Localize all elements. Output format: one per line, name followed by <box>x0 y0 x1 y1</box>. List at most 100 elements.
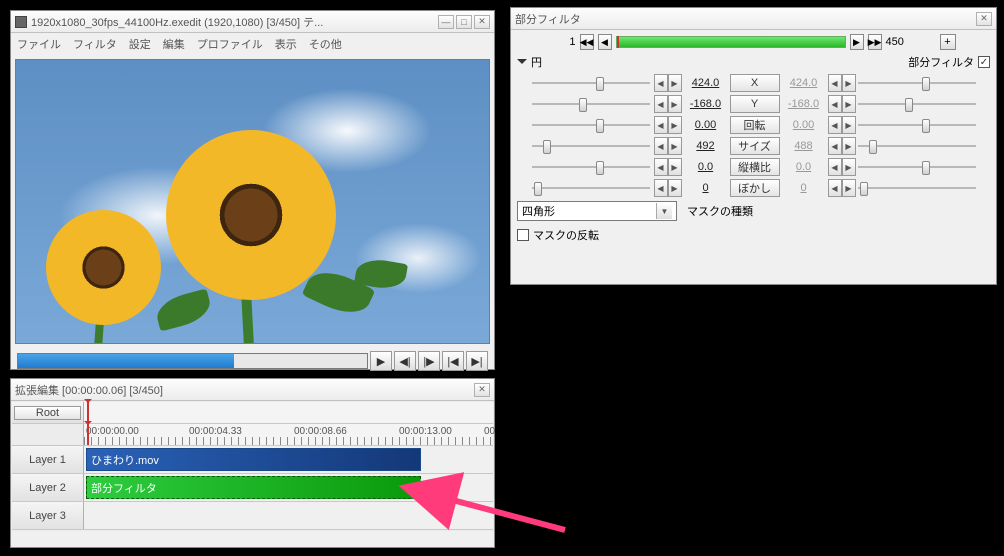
layer-3-label[interactable]: Layer 3 <box>12 502 84 529</box>
param-label[interactable]: 縦横比 <box>730 158 780 176</box>
param-value-right[interactable]: 0 <box>782 182 826 194</box>
step-left-inc[interactable]: ▶ <box>668 74 682 92</box>
param-value-left[interactable]: 492 <box>684 140 728 152</box>
param-value-left[interactable]: 0 <box>684 182 728 194</box>
minimize-button[interactable]: — <box>438 15 454 29</box>
layer-2-track[interactable]: 部分フィルタ <box>84 474 493 501</box>
timecode: 00:00:08.66 <box>294 426 347 437</box>
mask-type-select[interactable]: 四角形 ▼ <box>517 201 677 221</box>
step-left-inc[interactable]: ▶ <box>668 158 682 176</box>
timecode: 00:00:00.00 <box>86 426 139 437</box>
param-slider-left[interactable] <box>532 96 650 112</box>
nav-last-button[interactable]: ▶▶ <box>868 34 882 50</box>
filter-close-button[interactable]: ✕ <box>976 12 992 26</box>
param-value-left[interactable]: -168.0 <box>684 98 728 110</box>
menu-profile[interactable]: プロファイル <box>197 36 263 52</box>
clip-filter[interactable]: 部分フィルタ <box>86 476 421 499</box>
timeline-close-button[interactable]: ✕ <box>474 383 490 397</box>
param-label[interactable]: サイズ <box>730 137 780 155</box>
frame-nav-bar[interactable] <box>616 36 846 48</box>
layer-1-track[interactable]: ひまわり.mov <box>84 446 493 473</box>
preview-titlebar[interactable]: 1920x1080_30fps_44100Hz.exedit (1920,108… <box>11 11 494 33</box>
param-slider-right[interactable] <box>858 138 976 154</box>
menu-other[interactable]: その他 <box>309 36 342 52</box>
step-right-dec[interactable]: ◀ <box>828 95 842 113</box>
step-left-dec[interactable]: ◀ <box>654 116 668 134</box>
layer-2-label[interactable]: Layer 2 <box>12 474 84 501</box>
param-slider-left[interactable] <box>532 180 650 196</box>
sunflower-small <box>46 210 161 325</box>
nav-prev-button[interactable]: ◀ <box>598 34 612 50</box>
menu-file[interactable]: ファイル <box>17 36 61 52</box>
step-right-inc[interactable]: ▶ <box>842 95 856 113</box>
param-label[interactable]: ぼかし <box>730 179 780 197</box>
step-right-dec[interactable]: ◀ <box>828 179 842 197</box>
param-slider-right[interactable] <box>858 96 976 112</box>
param-value-left[interactable]: 0.0 <box>684 161 728 173</box>
param-value-right[interactable]: -168.0 <box>782 98 826 110</box>
timeline-titlebar[interactable]: 拡張編集 [00:00:00.06] [3/450] ✕ <box>11 379 494 401</box>
step-right-inc[interactable]: ▶ <box>842 179 856 197</box>
clip-video[interactable]: ひまわり.mov <box>86 448 421 471</box>
filter-enable-checkbox[interactable]: ✓ <box>978 56 990 68</box>
step-left-dec[interactable]: ◀ <box>654 95 668 113</box>
param-slider-right[interactable] <box>858 75 976 91</box>
step-left-inc[interactable]: ▶ <box>668 116 682 134</box>
param-value-left[interactable]: 424.0 <box>684 77 728 89</box>
menu-filter[interactable]: フィルタ <box>73 36 117 52</box>
menu-settings[interactable]: 設定 <box>129 36 151 52</box>
param-value-right[interactable]: 0.0 <box>782 161 826 173</box>
video-preview[interactable] <box>15 59 490 344</box>
time-ruler[interactable]: 00:00:00.00 00:00:04.33 00:00:08.66 00:0… <box>84 424 493 445</box>
param-slider-right[interactable] <box>858 180 976 196</box>
maximize-button[interactable]: □ <box>456 15 472 29</box>
menu-edit[interactable]: 編集 <box>163 36 185 52</box>
seek-bar[interactable] <box>17 353 368 369</box>
step-left-dec[interactable]: ◀ <box>654 158 668 176</box>
param-slider-left[interactable] <box>532 117 650 133</box>
root-button[interactable]: Root <box>12 402 84 423</box>
close-button[interactable]: ✕ <box>474 15 490 29</box>
param-slider-left[interactable] <box>532 75 650 91</box>
param-slider-left[interactable] <box>532 159 650 175</box>
step-right-inc[interactable]: ▶ <box>842 74 856 92</box>
prev-frame-button[interactable]: |◀ <box>442 351 464 371</box>
param-label[interactable]: 回転 <box>730 116 780 134</box>
step-left-dec[interactable]: ◀ <box>654 74 668 92</box>
step-right-dec[interactable]: ◀ <box>828 74 842 92</box>
step-right-dec[interactable]: ◀ <box>828 158 842 176</box>
step-right-inc[interactable]: ▶ <box>842 137 856 155</box>
param-value-right[interactable]: 488 <box>782 140 826 152</box>
param-slider-right[interactable] <box>858 159 976 175</box>
step-back-button[interactable]: ◀| <box>394 351 416 371</box>
step-left-inc[interactable]: ▶ <box>668 179 682 197</box>
param-slider-left[interactable] <box>532 138 650 154</box>
menu-view[interactable]: 表示 <box>275 36 297 52</box>
filter-titlebar[interactable]: 部分フィルタ ✕ <box>511 8 996 30</box>
layer-1-label[interactable]: Layer 1 <box>12 446 84 473</box>
layer-3-track[interactable] <box>84 502 493 529</box>
step-forward-button[interactable]: |▶ <box>418 351 440 371</box>
param-value-left[interactable]: 0.00 <box>684 119 728 131</box>
param-label[interactable]: Y <box>730 95 780 113</box>
collapse-icon[interactable] <box>517 59 527 69</box>
param-value-right[interactable]: 0.00 <box>782 119 826 131</box>
add-button[interactable]: + <box>940 34 956 50</box>
step-right-inc[interactable]: ▶ <box>842 116 856 134</box>
step-left-inc[interactable]: ▶ <box>668 137 682 155</box>
play-button[interactable]: ▶ <box>370 351 392 371</box>
step-left-inc[interactable]: ▶ <box>668 95 682 113</box>
playhead[interactable] <box>87 402 89 423</box>
param-slider-right[interactable] <box>858 117 976 133</box>
mask-invert-checkbox[interactable] <box>517 229 529 241</box>
next-frame-button[interactable]: ▶| <box>466 351 488 371</box>
step-left-dec[interactable]: ◀ <box>654 137 668 155</box>
nav-first-button[interactable]: ◀◀ <box>580 34 594 50</box>
step-right-dec[interactable]: ◀ <box>828 116 842 134</box>
nav-next-button[interactable]: ▶ <box>850 34 864 50</box>
param-value-right[interactable]: 424.0 <box>782 77 826 89</box>
param-label[interactable]: X <box>730 74 780 92</box>
step-left-dec[interactable]: ◀ <box>654 179 668 197</box>
step-right-inc[interactable]: ▶ <box>842 158 856 176</box>
step-right-dec[interactable]: ◀ <box>828 137 842 155</box>
